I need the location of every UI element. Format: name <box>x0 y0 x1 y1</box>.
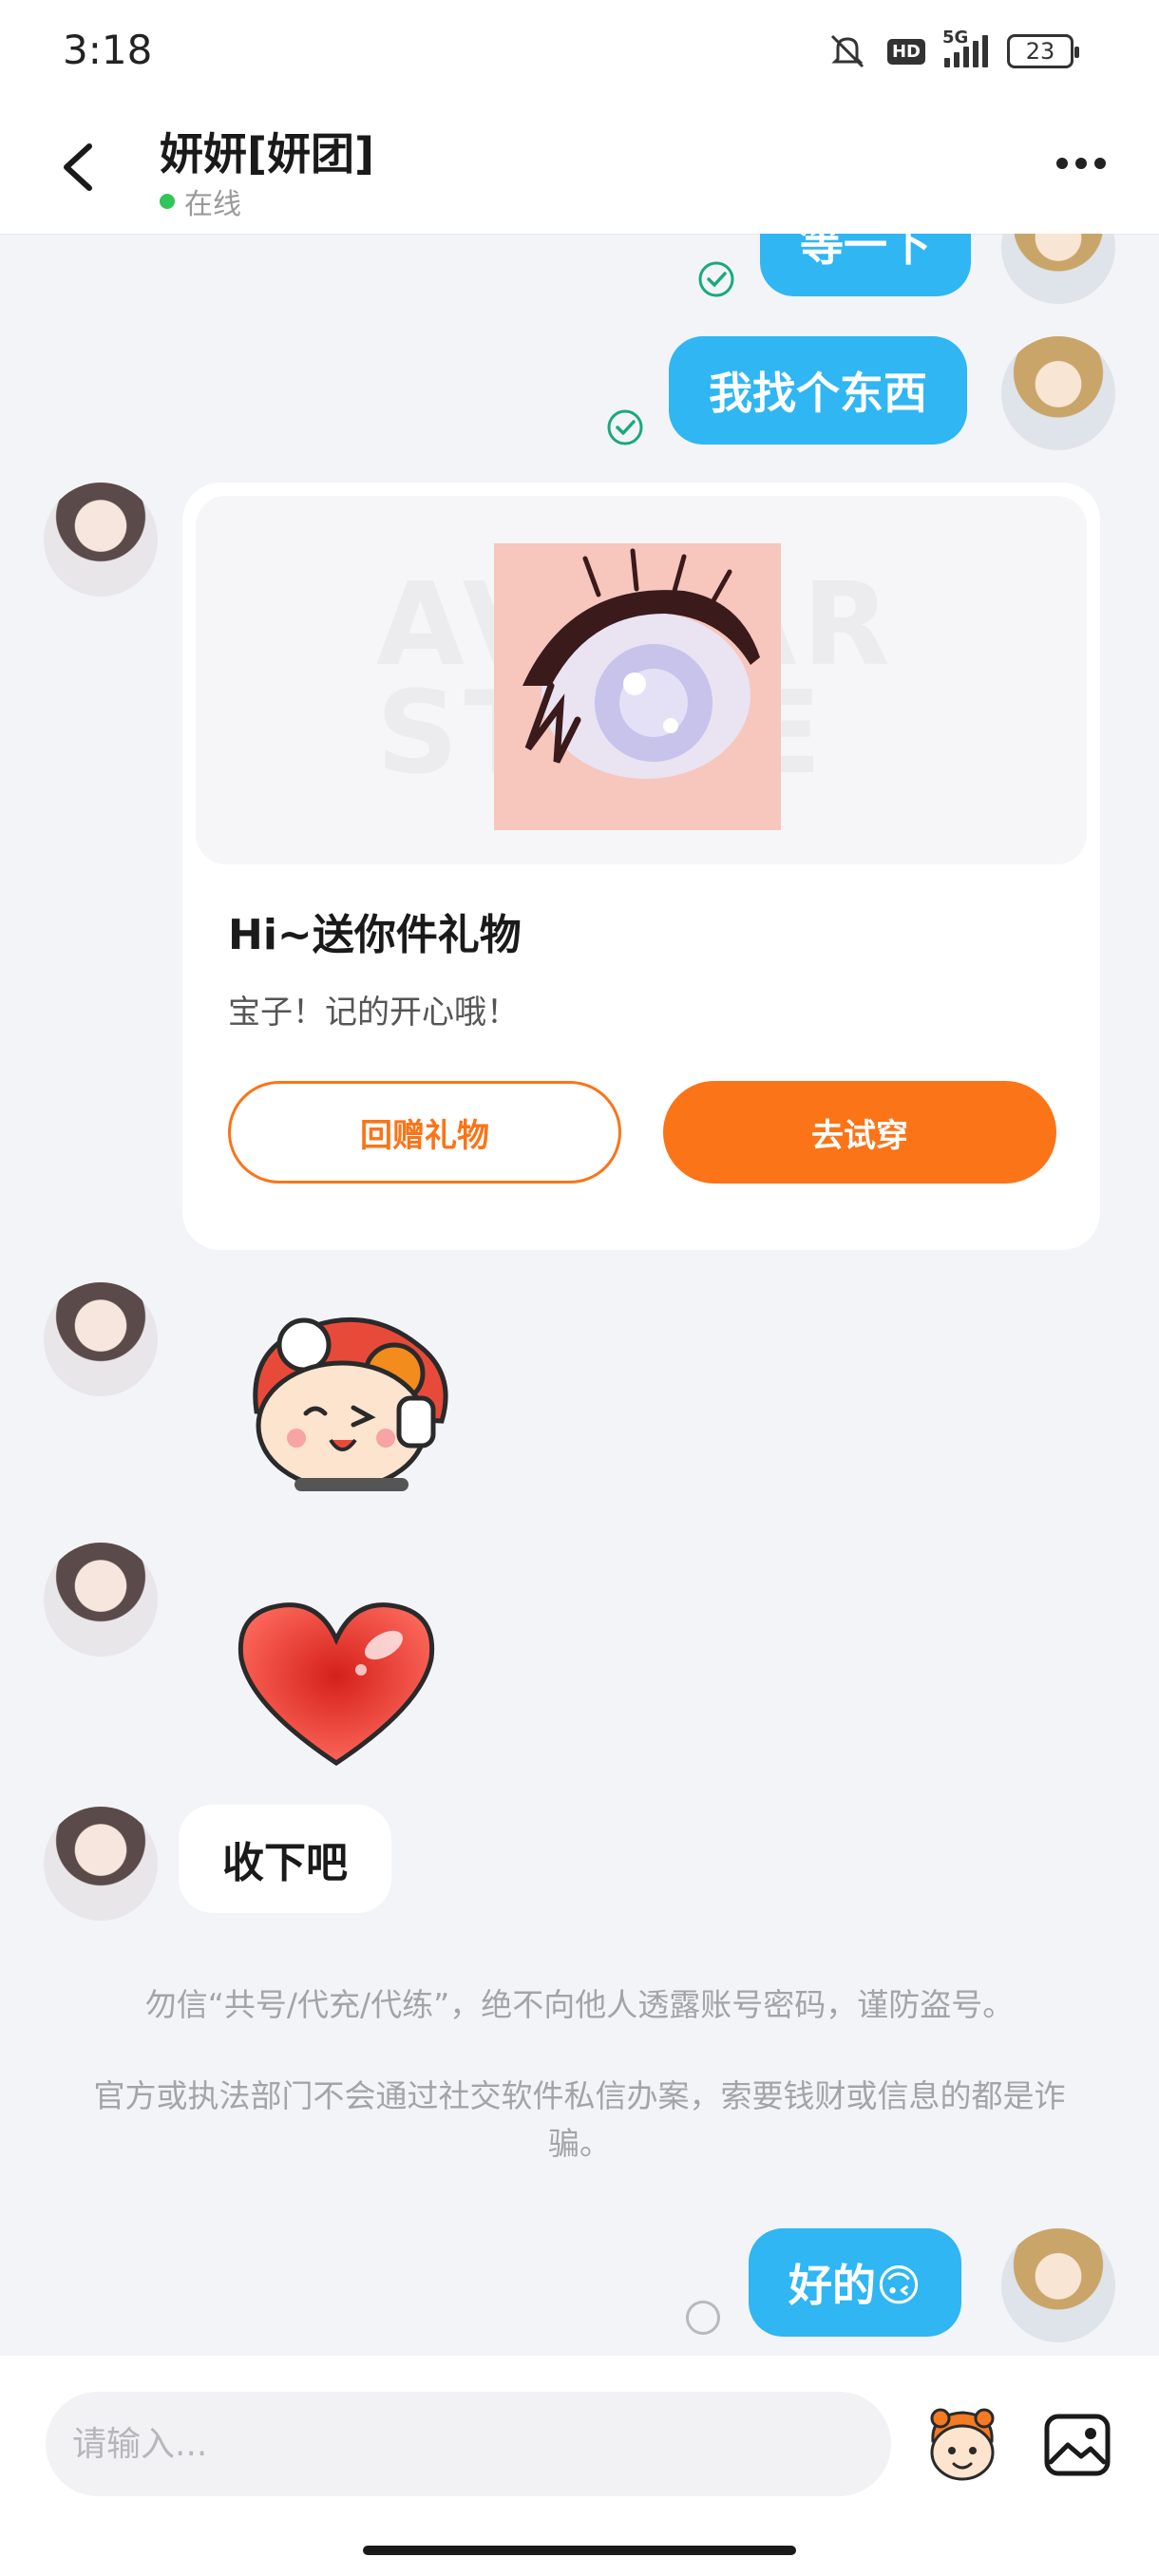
avatar[interactable] <box>44 1282 158 1396</box>
read-check-icon <box>698 261 734 297</box>
signal-icon: 5G <box>942 28 988 67</box>
message-text: 等一下 <box>800 234 931 271</box>
network-label: 5G <box>942 28 969 47</box>
eye-icon <box>522 548 760 779</box>
avatar[interactable] <box>44 1543 158 1657</box>
avatar[interactable] <box>1001 336 1115 450</box>
avatar[interactable] <box>44 1807 158 1921</box>
read-check-icon <box>607 409 643 445</box>
emoji-sticker-icon[interactable] <box>922 2403 1003 2485</box>
safety-notice: 勿信“共号/代充/代练”，绝不向他人透露账号密码，谨防盗号。 <box>144 1986 1015 2023</box>
return-gift-label: 回赠礼物 <box>360 1116 489 1155</box>
message-bubble-outgoing[interactable]: 等一下 <box>760 234 971 296</box>
image-icon[interactable] <box>1041 2409 1113 2481</box>
heart-sticker[interactable] <box>232 1592 441 1772</box>
gift-card[interactable]: AVATARSTORE Hi~送你件礼物 宝子！记的开心哦！ 回赠礼物 去试穿 <box>182 483 1100 1250</box>
message-text: 我找个东西 <box>709 368 927 419</box>
mute-bell-icon <box>830 34 864 68</box>
status-icons: HD 5G 23 <box>826 28 1079 70</box>
online-dot <box>160 194 175 209</box>
gift-preview[interactable]: AVATARSTORE <box>196 496 1087 864</box>
pending-circle-icon <box>686 2301 720 2335</box>
return-gift-button[interactable]: 回赠礼物 <box>228 1081 621 1184</box>
status-time: 3:18 <box>63 27 153 73</box>
gift-title: Hi~送你件礼物 <box>228 911 522 959</box>
try-on-button[interactable]: 去试穿 <box>663 1081 1056 1184</box>
message-text: 好的🙃 <box>788 2260 922 2311</box>
message-bubble-incoming[interactable]: 收下吧 <box>179 1805 391 1913</box>
avatar[interactable] <box>1001 2228 1115 2342</box>
safety-notice: 官方或执法部门不会通过社交软件私信办案，索要钱财或信息的都是诈骗。 <box>93 2077 1066 2162</box>
presence-label: 在线 <box>184 188 241 221</box>
message-bubble-outgoing[interactable]: 我找个东西 <box>669 336 967 445</box>
home-indicator <box>363 2546 796 2555</box>
try-on-label: 去试穿 <box>811 1116 908 1155</box>
input-bar <box>0 2356 1159 2576</box>
gift-description: 宝子！记的开心哦！ <box>228 994 519 1032</box>
message-bubble-outgoing[interactable]: 好的🙃 <box>749 2228 961 2337</box>
back-arrow-icon[interactable] <box>57 139 99 196</box>
battery-icon: 23 <box>1007 34 1079 68</box>
chat-area[interactable]: 等一下 我找个东西 AVATARSTORE <box>0 234 1159 2356</box>
status-bar: 3:18 HD 5G 23 <box>0 0 1159 104</box>
avatar[interactable] <box>44 483 158 597</box>
avatar[interactable] <box>1001 234 1115 304</box>
gift-item-image <box>494 543 781 830</box>
cartoon-sticker[interactable] <box>238 1307 456 1497</box>
contact-name: 妍妍[妍团] <box>160 128 375 180</box>
message-text: 收下吧 <box>222 1839 348 1887</box>
more-icon[interactable] <box>1056 158 1106 169</box>
message-input[interactable] <box>46 2392 891 2496</box>
chat-header: 妍妍[妍团] 在线 <box>0 104 1159 235</box>
hd-badge: HD <box>886 38 925 65</box>
battery-level: 23 <box>1025 38 1055 65</box>
presence-status: 在线 <box>160 180 241 222</box>
